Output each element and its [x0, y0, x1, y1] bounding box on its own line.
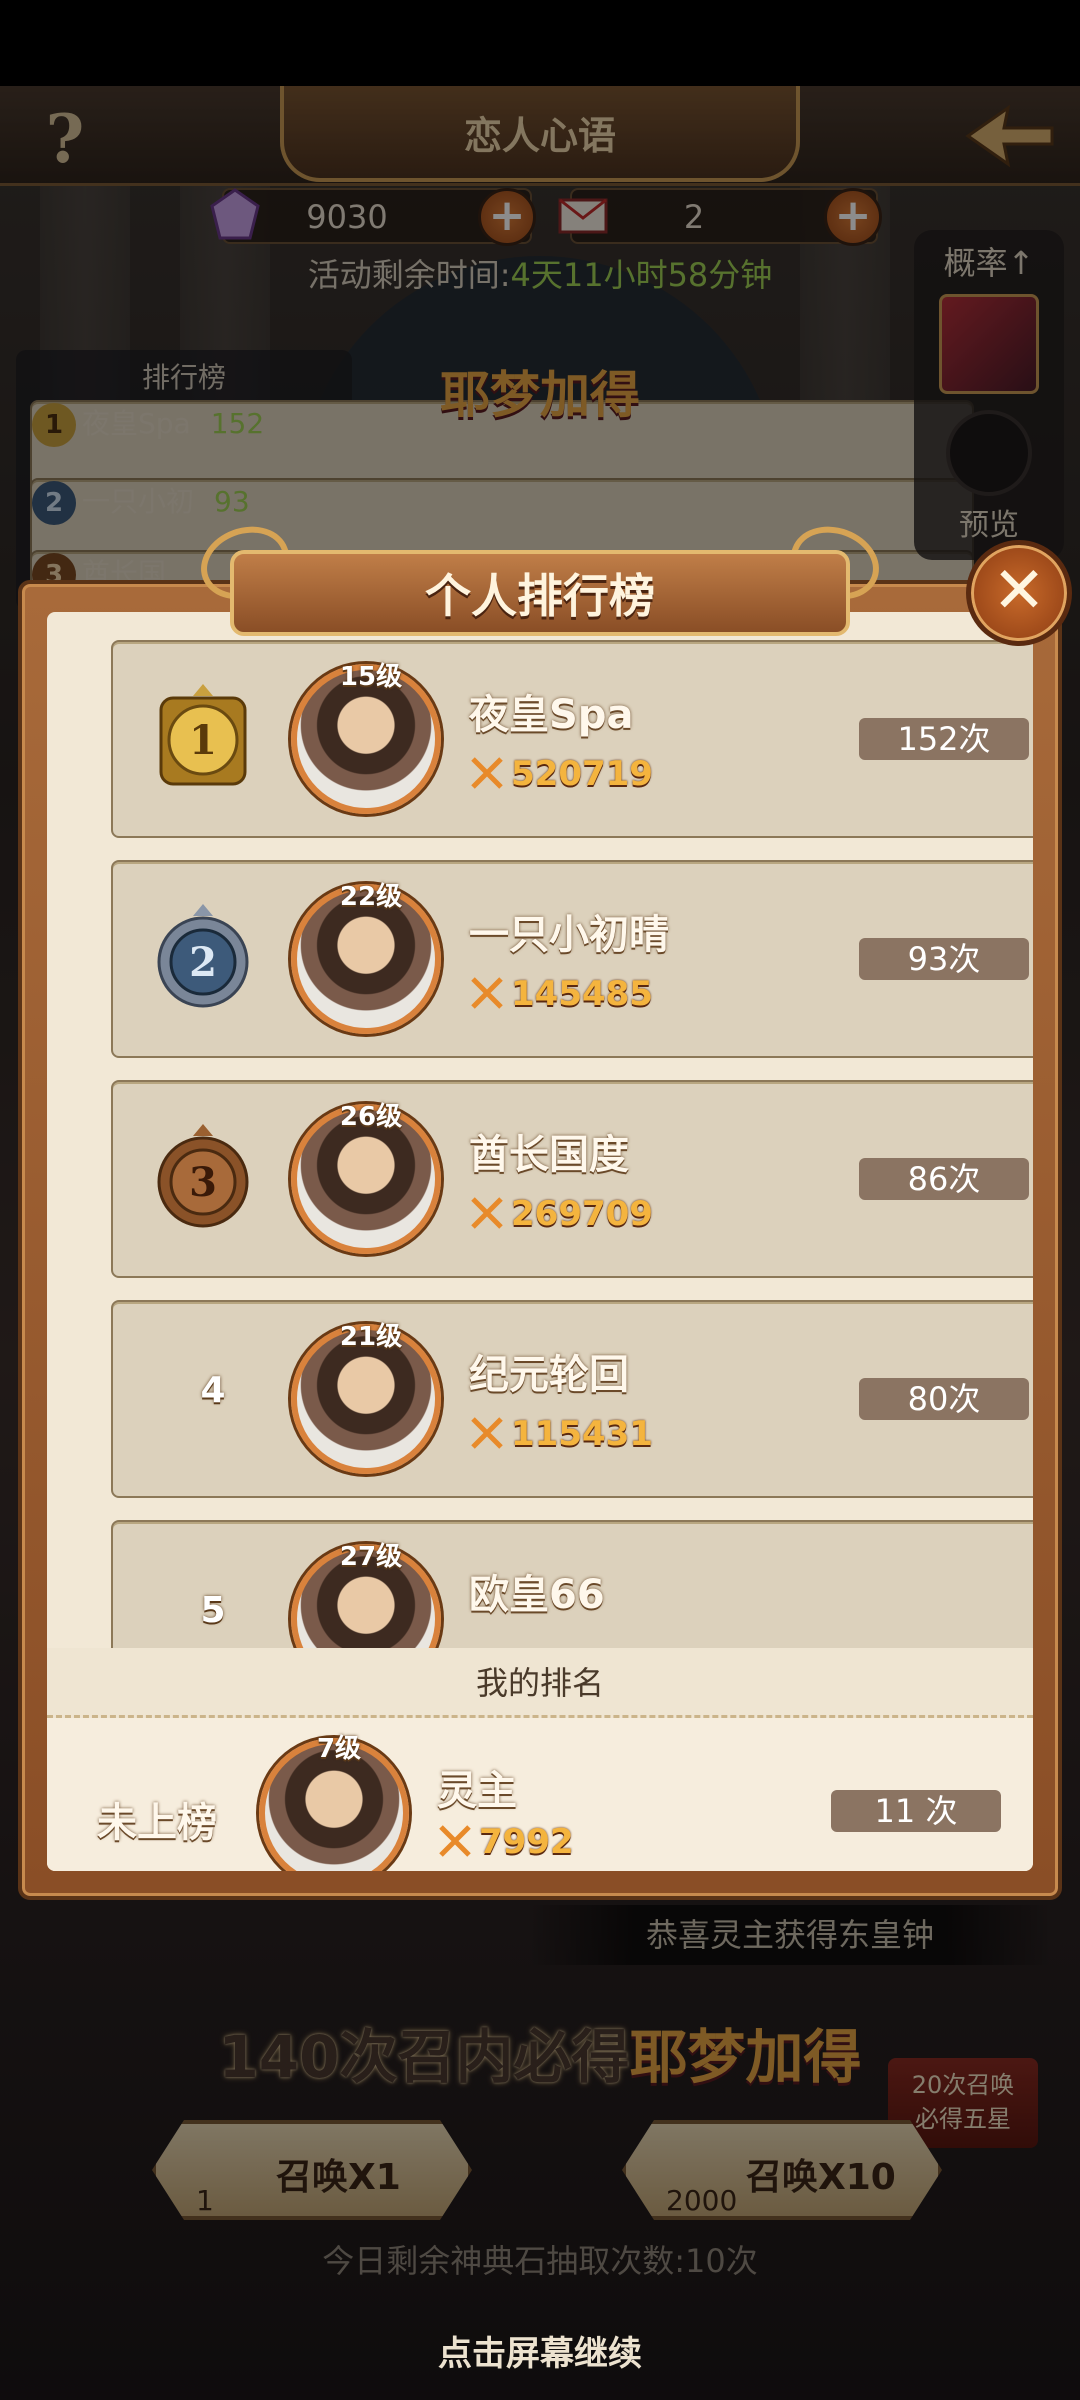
ranking-modal-body: 1 15级 夜皇Spa 520719 152次 2 22级 一只小初晴 1454… — [47, 612, 1033, 1871]
times-badge: 152次 — [859, 718, 1029, 760]
power-number: 145485 — [511, 974, 653, 1014]
crossed-swords-icon — [439, 1825, 471, 1857]
times-badge: 11 次 — [831, 1790, 1001, 1832]
power-value: 520719 — [469, 754, 653, 794]
ranking-row-4[interactable]: 4 21级 纪元轮回 115431 80次 — [111, 1300, 1033, 1498]
player-level: 26级 — [339, 1102, 403, 1132]
svg-text:1: 1 — [189, 717, 217, 764]
times-badge: 86次 — [859, 1158, 1029, 1200]
player-level: 27级 — [339, 1542, 403, 1572]
ranking-row-5[interactable]: 5 27级 欧皇66 — [111, 1520, 1033, 1648]
close-button[interactable]: ✕ — [966, 540, 1072, 646]
player-level: 7级 — [316, 1734, 362, 1764]
power-number: 7992 — [479, 1822, 574, 1862]
my-rank-header: 我的排名 — [47, 1648, 1033, 1718]
ranking-row-2[interactable]: 2 22级 一只小初晴 145485 93次 — [111, 860, 1033, 1058]
power-value: 269709 — [469, 1194, 653, 1234]
power-value: 115431 — [469, 1414, 653, 1454]
unranked-status: 未上榜 — [97, 1800, 217, 1846]
player-name: 纪元轮回 — [469, 1352, 629, 1398]
gold-medal-icon: 1 — [159, 684, 247, 786]
power-number: 520719 — [511, 754, 653, 794]
silver-medal-icon: 2 — [157, 904, 249, 1008]
player-name: 酋长国度 — [469, 1132, 629, 1178]
crossed-swords-icon — [471, 1417, 503, 1449]
power-value: 145485 — [469, 974, 653, 1014]
power-number: 269709 — [511, 1194, 653, 1234]
bronze-medal-icon: 3 — [157, 1124, 249, 1228]
ranking-row-1[interactable]: 1 15级 夜皇Spa 520719 152次 — [111, 640, 1033, 838]
my-rank-row: 未上榜 7级 灵主 7992 11 次 — [47, 1718, 1033, 1871]
player-name: 欧皇66 — [469, 1572, 605, 1618]
modal-title-plate: 个人排行榜 — [230, 550, 850, 636]
svg-text:3: 3 — [189, 1159, 217, 1206]
times-badge: 93次 — [859, 938, 1029, 980]
ranking-list[interactable]: 1 15级 夜皇Spa 520719 152次 2 22级 一只小初晴 1454… — [87, 612, 1033, 1648]
player-name: 一只小初晴 — [469, 912, 669, 958]
crossed-swords-icon — [471, 757, 503, 789]
ranking-row-3[interactable]: 3 26级 酋长国度 269709 86次 — [111, 1080, 1033, 1278]
player-name: 灵主 — [437, 1768, 517, 1814]
ranking-modal: 1 15级 夜皇Spa 520719 152次 2 22级 一只小初晴 1454… — [18, 580, 1062, 1900]
player-level: 22级 — [339, 882, 403, 912]
svg-text:2: 2 — [189, 939, 217, 986]
times-badge: 80次 — [859, 1378, 1029, 1420]
player-level: 15级 — [339, 662, 403, 692]
power-number: 115431 — [511, 1414, 653, 1454]
crossed-swords-icon — [471, 1197, 503, 1229]
tap-to-continue[interactable]: 点击屏幕继续 — [0, 2326, 1080, 2375]
modal-title-banner: 个人排行榜 — [190, 514, 890, 648]
player-level: 21级 — [339, 1322, 403, 1352]
status-bar — [0, 0, 1080, 86]
modal-title: 个人排行榜 — [425, 569, 655, 623]
power-value: 7992 — [437, 1822, 574, 1862]
crossed-swords-icon — [471, 977, 503, 1009]
rank-number: 4 — [200, 1370, 226, 1411]
rank-number: 5 — [200, 1590, 226, 1631]
player-name: 夜皇Spa — [469, 692, 634, 738]
